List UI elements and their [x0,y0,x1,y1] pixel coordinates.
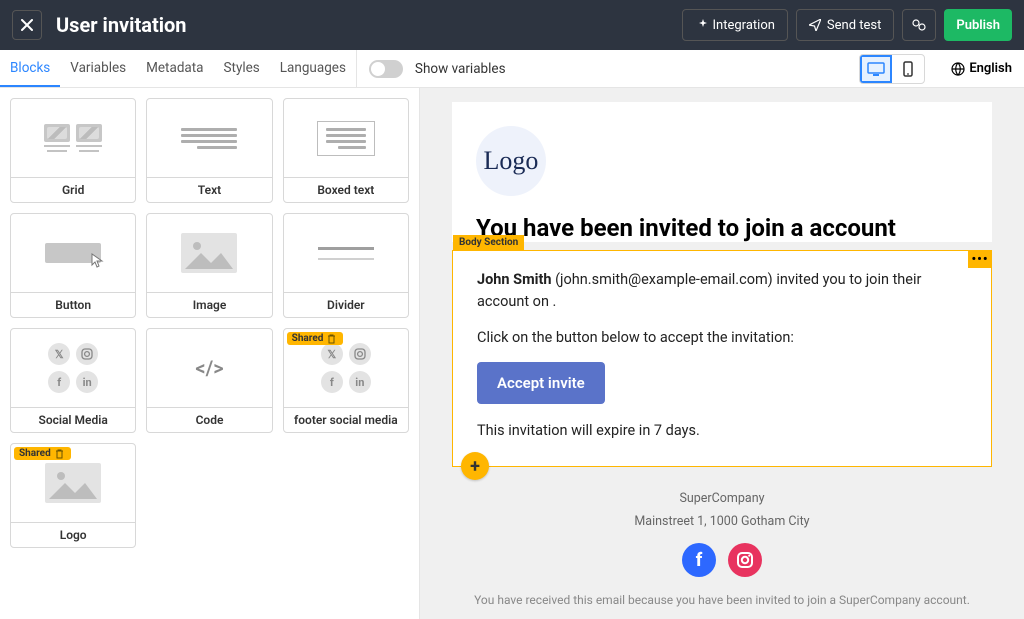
body-section[interactable]: Body Section ••• John Smith (john.smith@… [452,250,992,467]
expiry-text: This invitation will expire in 7 days. [477,420,967,442]
block-card-boxed-text[interactable]: Boxed text [283,98,409,203]
block-preview [147,99,271,177]
block-card-button[interactable]: Button [10,213,136,318]
block-card-logo[interactable]: Shared Logo [10,443,136,548]
body-section-more-button[interactable]: ••• [968,250,992,268]
publish-label: Publish [956,18,1000,33]
accept-invite-button[interactable]: Accept invite [477,362,605,404]
close-button[interactable] [12,10,42,40]
gears-icon [911,18,927,32]
block-card-text[interactable]: Text [146,98,272,203]
device-switch [859,54,925,84]
block-preview [11,99,135,177]
top-actions: Integration Send test Publish [682,9,1012,41]
block-label: Code [147,407,271,432]
tab-variables[interactable]: Variables [60,50,136,87]
show-variables-label: Show variables [415,61,506,77]
body-section-tag: Body Section [453,235,524,250]
block-label: Image [147,292,271,317]
block-preview: </> [147,329,271,407]
tab-languages[interactable]: Languages [270,50,356,87]
email-template: Logo You have been invited to join a acc… [452,102,992,619]
email-header-block: Logo You have been invited to join a acc… [452,102,992,242]
block-card-social-media[interactable]: 𝕏finSocial Media [10,328,136,433]
footer-social-row: f [472,543,972,577]
close-icon [21,19,33,31]
block-card-code[interactable]: </>Code [146,328,272,433]
block-card-image[interactable]: Image [146,213,272,318]
footer-address: Mainstreet 1, 1000 Gotham City [472,514,972,529]
instagram-icon [736,551,754,569]
top-bar: User invitation Integration Send test Pu… [0,0,1024,50]
mobile-icon [903,61,913,77]
tab-styles[interactable]: Styles [214,50,270,87]
footer-company: SuperCompany [472,491,972,506]
email-heading: You have been invited to join a account [476,214,968,242]
integration-label: Integration [713,18,775,33]
publish-button[interactable]: Publish [944,9,1012,41]
add-block-button[interactable]: + [461,452,489,480]
block-preview: 𝕏fin [11,329,135,407]
block-card-divider[interactable]: Divider [283,213,409,318]
language-label: English [969,61,1012,76]
integration-button[interactable]: Integration [682,9,788,41]
settings-button[interactable] [902,9,936,41]
instagram-link[interactable] [728,543,762,577]
block-label: footer social media [284,407,408,432]
send-test-label: Send test [827,18,881,33]
block-preview [11,214,135,292]
send-icon [809,19,821,31]
block-label: Divider [284,292,408,317]
trash-icon [55,449,64,459]
facebook-icon: f [696,550,703,571]
blocks-grid: Grid Text Boxed text Button Image Divider 𝕏fin… [10,98,409,548]
desktop-preview-button[interactable] [860,55,892,83]
block-label: Text [147,177,271,202]
block-label: Button [11,292,135,317]
email-footer: SuperCompany Mainstreet 1, 1000 Gotham C… [452,467,992,619]
blocks-panel: Grid Text Boxed text Button Image Divider 𝕏fin… [0,88,420,619]
tabs-nav: Blocks Variables Metadata Styles Languag… [0,50,356,87]
toolbar-right: Show variables English [356,50,1024,87]
desktop-icon [867,62,885,76]
logo-placeholder: Logo [476,126,546,196]
inviter-name: John Smith [477,271,552,288]
block-card-footer-social-media[interactable]: Shared𝕏finfooter social media [283,328,409,433]
preview-panel: Logo You have been invited to join a acc… [420,88,1024,619]
block-preview [284,99,408,177]
block-preview [147,214,271,292]
main: Grid Text Boxed text Button Image Divider 𝕏fin… [0,88,1024,619]
wand-icon [695,19,707,31]
block-card-grid[interactable]: Grid [10,98,136,203]
instruction-text: Click on the button below to accept the … [477,327,967,349]
invitation-text: John Smith (john.smith@example-email.com… [477,269,967,313]
shared-badge: Shared [287,332,344,345]
block-label: Boxed text [284,177,408,202]
show-variables-toggle[interactable] [369,60,403,78]
tab-metadata[interactable]: Metadata [136,50,213,87]
footer-note: You have received this email because you… [472,593,972,607]
facebook-link[interactable]: f [682,543,716,577]
language-picker[interactable]: English [951,61,1012,76]
block-label: Social Media [11,407,135,432]
trash-icon [327,334,336,344]
tool-row: Blocks Variables Metadata Styles Languag… [0,50,1024,88]
block-preview [284,214,408,292]
block-label: Logo [11,522,135,547]
globe-icon [951,62,965,76]
shared-badge: Shared [14,447,71,460]
send-test-button[interactable]: Send test [796,9,894,41]
page-title: User invitation [56,13,674,37]
body-section-content: John Smith (john.smith@example-email.com… [453,251,991,466]
block-label: Grid [11,177,135,202]
mobile-preview-button[interactable] [892,55,924,83]
tab-blocks[interactable]: Blocks [0,50,60,87]
